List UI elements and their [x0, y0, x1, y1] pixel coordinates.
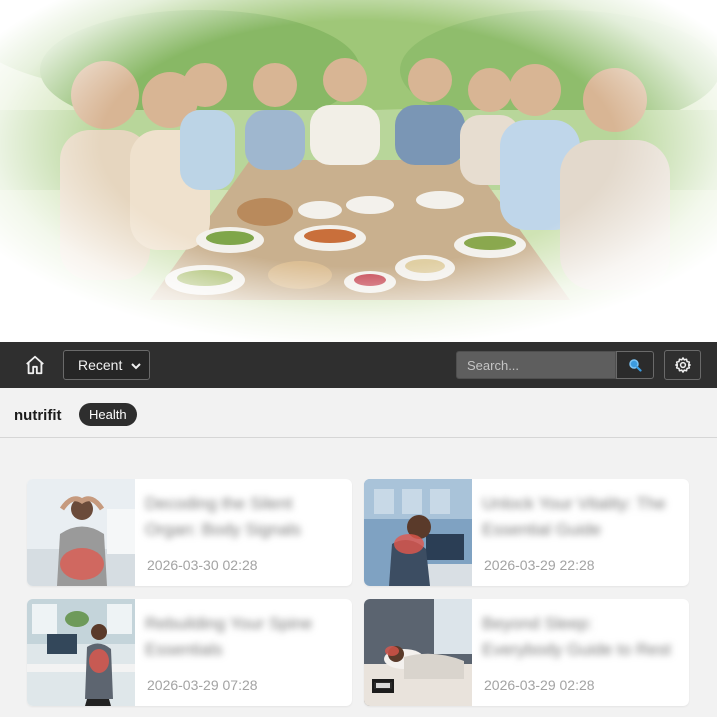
article-thumbnail: [364, 599, 472, 706]
chevron-down-icon: [131, 363, 141, 370]
home-icon: [26, 355, 44, 375]
article-date: 2026-03-29 02:28: [484, 677, 595, 693]
home-button[interactable]: [20, 350, 50, 380]
article-thumbnail: [27, 599, 135, 706]
search-input[interactable]: [456, 351, 616, 379]
article-card[interactable]: Decoding the Silent Organ: Body Signals …: [27, 479, 352, 586]
article-card[interactable]: Unlock Your Vitality: The Essential Guid…: [364, 479, 689, 586]
hero-vignette: [0, 0, 717, 342]
hero-banner: [0, 0, 717, 342]
search-button[interactable]: [616, 351, 654, 379]
article-thumbnail: [364, 479, 472, 586]
article-title[interactable]: Rebuilding Your Spine Essentials: [145, 611, 340, 663]
search-icon: [629, 359, 642, 372]
article-title[interactable]: Unlock Your Vitality: The Essential Guid…: [482, 491, 677, 543]
settings-button[interactable]: [664, 350, 701, 380]
top-navbar: Recent: [0, 342, 717, 388]
article-date: 2026-03-30 02:28: [147, 557, 258, 573]
sort-select[interactable]: Recent: [63, 350, 150, 380]
article-card[interactable]: Beyond Sleep: Everybody Guide to Rest 20…: [364, 599, 689, 706]
sort-select-value: Recent: [78, 357, 123, 373]
article-date: 2026-03-29 22:28: [484, 557, 595, 573]
article-date: 2026-03-29 07:28: [147, 677, 258, 693]
article-thumbnail: [27, 479, 135, 586]
gear-icon: [674, 357, 691, 373]
brand-bar: nutrifit Health: [0, 388, 717, 438]
site-name[interactable]: nutrifit: [14, 407, 61, 424]
article-title[interactable]: Decoding the Silent Organ: Body Signals: [145, 491, 340, 543]
article-title[interactable]: Beyond Sleep: Everybody Guide to Rest: [482, 611, 677, 663]
article-card[interactable]: Rebuilding Your Spine Essentials 2026-03…: [27, 599, 352, 706]
category-badge[interactable]: Health: [79, 403, 137, 426]
